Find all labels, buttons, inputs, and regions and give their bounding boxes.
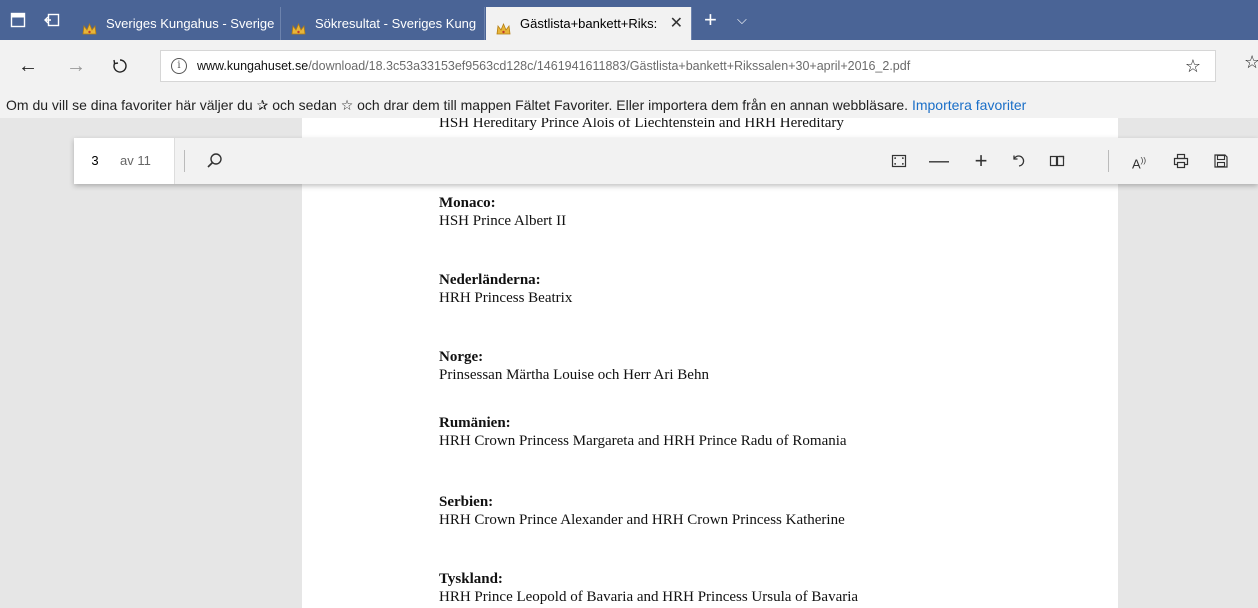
chevron-down-icon[interactable]: ⌵ (737, 8, 747, 32)
favorites-hint-text: Om du vill se dina favoriter här väljer … (6, 97, 253, 113)
tab-title: Sökresultat - Sveriges Kung (315, 16, 477, 31)
favorites-list-icon: ✰ (256, 97, 269, 113)
guest-line: HRH Prince Leopold of Bavaria and HRH Pr… (439, 589, 859, 605)
back-button[interactable]: ← (14, 52, 42, 80)
crown-icon (291, 16, 306, 35)
guest-line: HRH Princess Beatrix (439, 290, 573, 306)
crown-icon (496, 16, 511, 35)
tab-bar: Sveriges Kungahus - Sverige Sökresultat … (0, 0, 1258, 40)
url-input[interactable]: i www.kungahuset.se/download/18.3c53a331… (160, 50, 1216, 82)
pdf-page: HSH Hereditary Prince Alois of Liechtens… (302, 118, 1118, 608)
guest-line: HSH Prince Albert II (439, 213, 567, 229)
zoom-out-icon[interactable]: — (926, 149, 952, 173)
guest-line: HRH Crown Prince Alexander and HRH Crown… (439, 512, 845, 528)
info-icon[interactable]: i (171, 58, 187, 74)
toolbar-divider (1108, 150, 1109, 172)
save-icon[interactable] (1208, 149, 1234, 173)
tab-sokresultat[interactable]: Sökresultat - Sveriges Kung (281, 7, 485, 40)
pdf-line: HSH Hereditary Prince Alois of Liechtens… (439, 118, 844, 131)
crown-icon (82, 16, 97, 35)
favorites-hint-text: och drar dem till mappen Fältet Favorite… (357, 97, 909, 113)
tab-actions-icon[interactable] (6, 8, 30, 32)
print-icon[interactable] (1168, 149, 1194, 173)
country-heading: Monaco: (439, 195, 496, 211)
favorite-star-icon[interactable]: ☆ (1185, 56, 1201, 77)
forward-button[interactable]: → (62, 52, 90, 80)
favorites-bar: Om du vill se dina favoriter här väljer … (0, 92, 1258, 118)
country-heading: Tyskland: (439, 571, 503, 587)
pdf-toolbar: 3 av 11 — + A)) (74, 138, 1258, 184)
zoom-in-icon[interactable]: + (968, 149, 994, 173)
page-number-input[interactable]: 3 (82, 150, 108, 172)
favorites-hint-text: och sedan (272, 97, 337, 113)
url-host: www.kungahuset.se (197, 59, 309, 73)
tab-title: Gästlista+bankett+Riks: (520, 16, 658, 31)
star-icon: ☆ (340, 97, 354, 113)
country-heading: Serbien: (439, 494, 494, 510)
favorites-hub-icon[interactable]: ☆ (1244, 52, 1258, 73)
fit-to-page-icon[interactable] (886, 149, 912, 173)
country-heading: Norge: (439, 349, 484, 365)
address-bar: ← → i www.kungahuset.se/download/18.3c53… (0, 40, 1258, 92)
toolbar-divider (184, 150, 185, 172)
close-icon[interactable]: ✕ (670, 7, 683, 40)
rotate-icon[interactable] (1006, 149, 1032, 173)
url-path: /download/18.3c53a33153ef9563cd128c/1461… (308, 59, 911, 73)
guest-line: HRH Crown Princess Margareta and HRH Pri… (439, 433, 847, 449)
tab-sveriges-kungahus[interactable]: Sveriges Kungahus - Sverige (72, 7, 281, 40)
search-icon[interactable] (202, 149, 228, 173)
url-text: www.kungahuset.se/download/18.3c53a33153… (197, 51, 910, 81)
pdf-viewer: HSH Hereditary Prince Alois of Liechtens… (0, 118, 1258, 608)
page-layout-icon[interactable] (1044, 149, 1070, 173)
country-heading: Nederländerna: (439, 272, 541, 288)
set-tabs-aside-icon[interactable] (40, 8, 64, 32)
refresh-button[interactable] (106, 52, 134, 80)
import-favorites-link[interactable]: Importera favoriter (912, 97, 1026, 113)
tab-title: Sveriges Kungahus - Sverige (106, 16, 275, 31)
read-aloud-icon[interactable]: A)) (1126, 149, 1152, 173)
refresh-icon (113, 59, 127, 73)
new-tab-button[interactable]: + (704, 8, 717, 32)
country-heading: Rumänien: (439, 415, 511, 431)
page-navigator: 3 av 11 (74, 138, 175, 184)
guest-line: Prinsessan Märtha Louise och Herr Ari Be… (439, 367, 709, 383)
tab-gastlista[interactable]: Gästlista+bankett+Riks: ✕ (486, 7, 692, 40)
page-count: av 11 (120, 153, 151, 168)
